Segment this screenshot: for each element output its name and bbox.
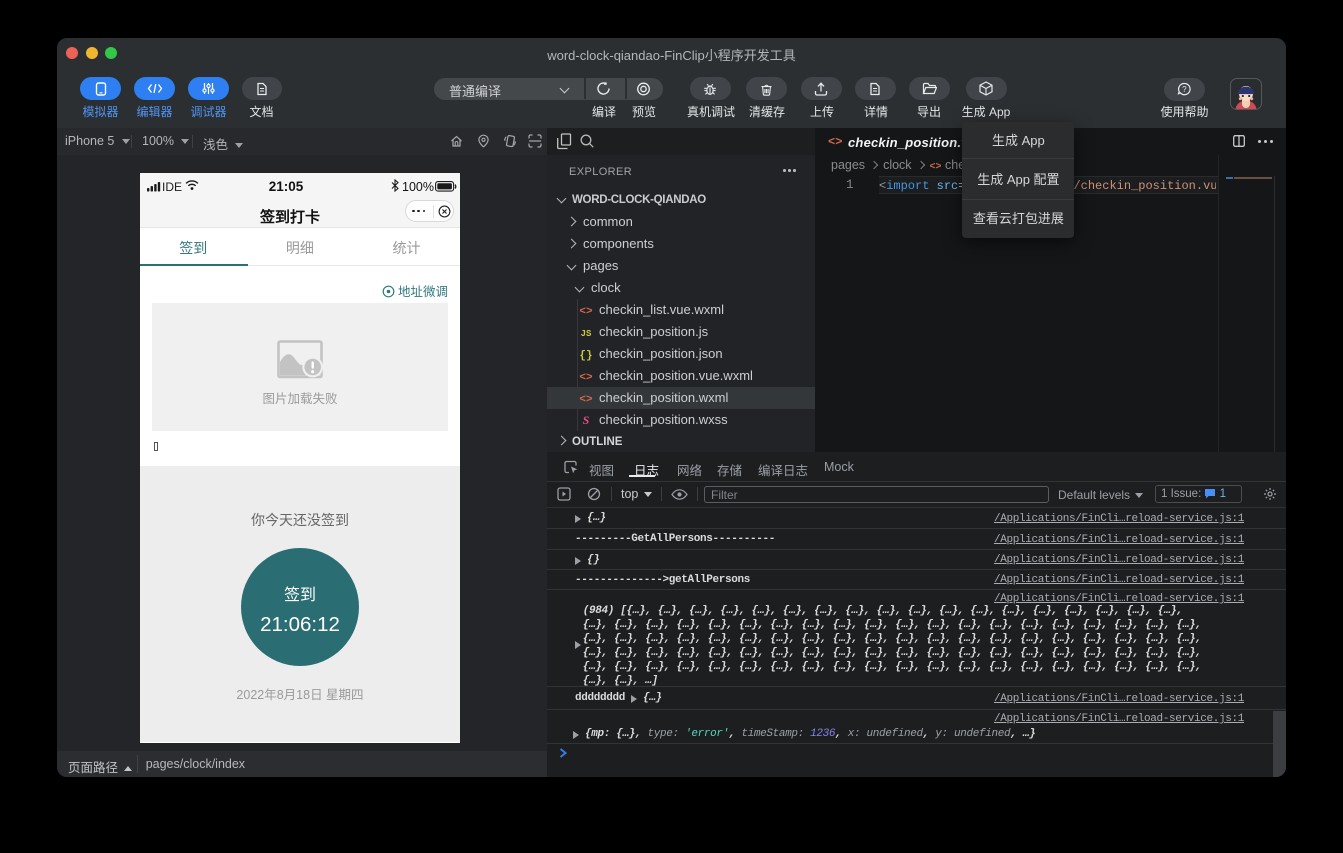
svg-text:?: ? <box>1182 85 1187 94</box>
